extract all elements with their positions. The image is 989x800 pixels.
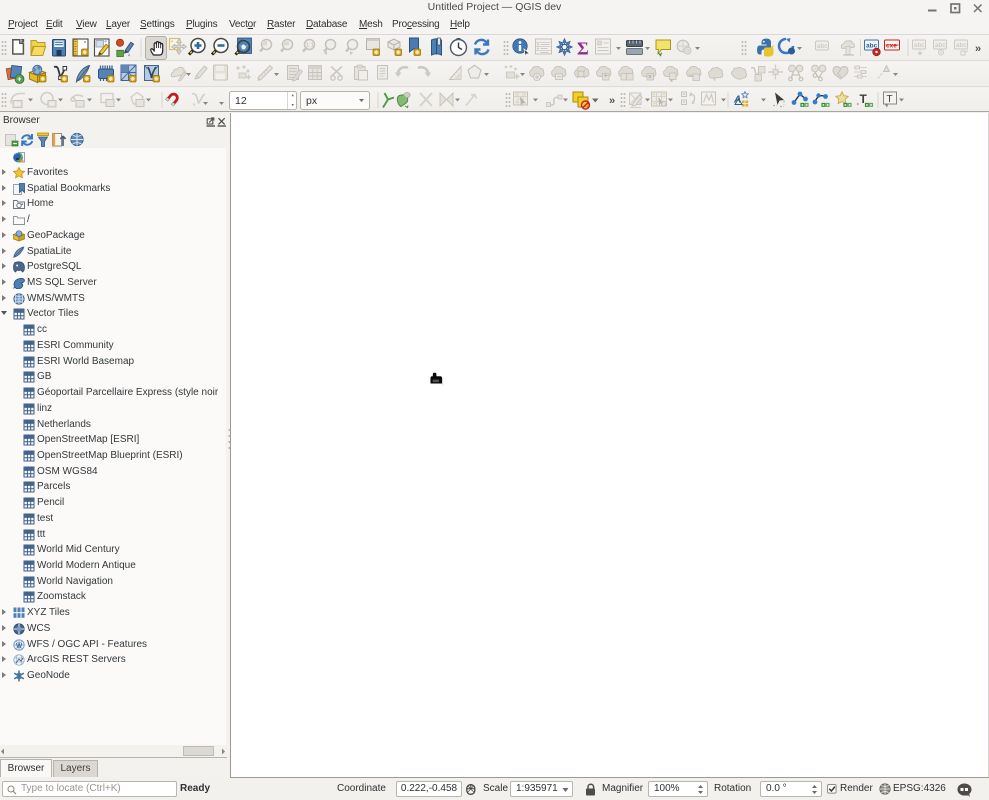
svg-text:T: T bbox=[887, 94, 893, 105]
svg-text:»: » bbox=[975, 43, 981, 55]
svg-text:abc: abc bbox=[817, 43, 828, 50]
svg-text:1:1: 1:1 bbox=[306, 43, 314, 49]
svg-text:abc: abc bbox=[956, 42, 967, 49]
svg-text:px: px bbox=[306, 95, 318, 107]
svg-text:Σ: Σ bbox=[577, 39, 589, 59]
svg-text:abc: abc bbox=[935, 42, 946, 49]
svg-text:12: 12 bbox=[235, 95, 247, 107]
svg-text:»: » bbox=[609, 95, 615, 107]
svg-text:abc: abc bbox=[914, 42, 925, 49]
svg-text:cxe: cxe bbox=[886, 43, 897, 50]
